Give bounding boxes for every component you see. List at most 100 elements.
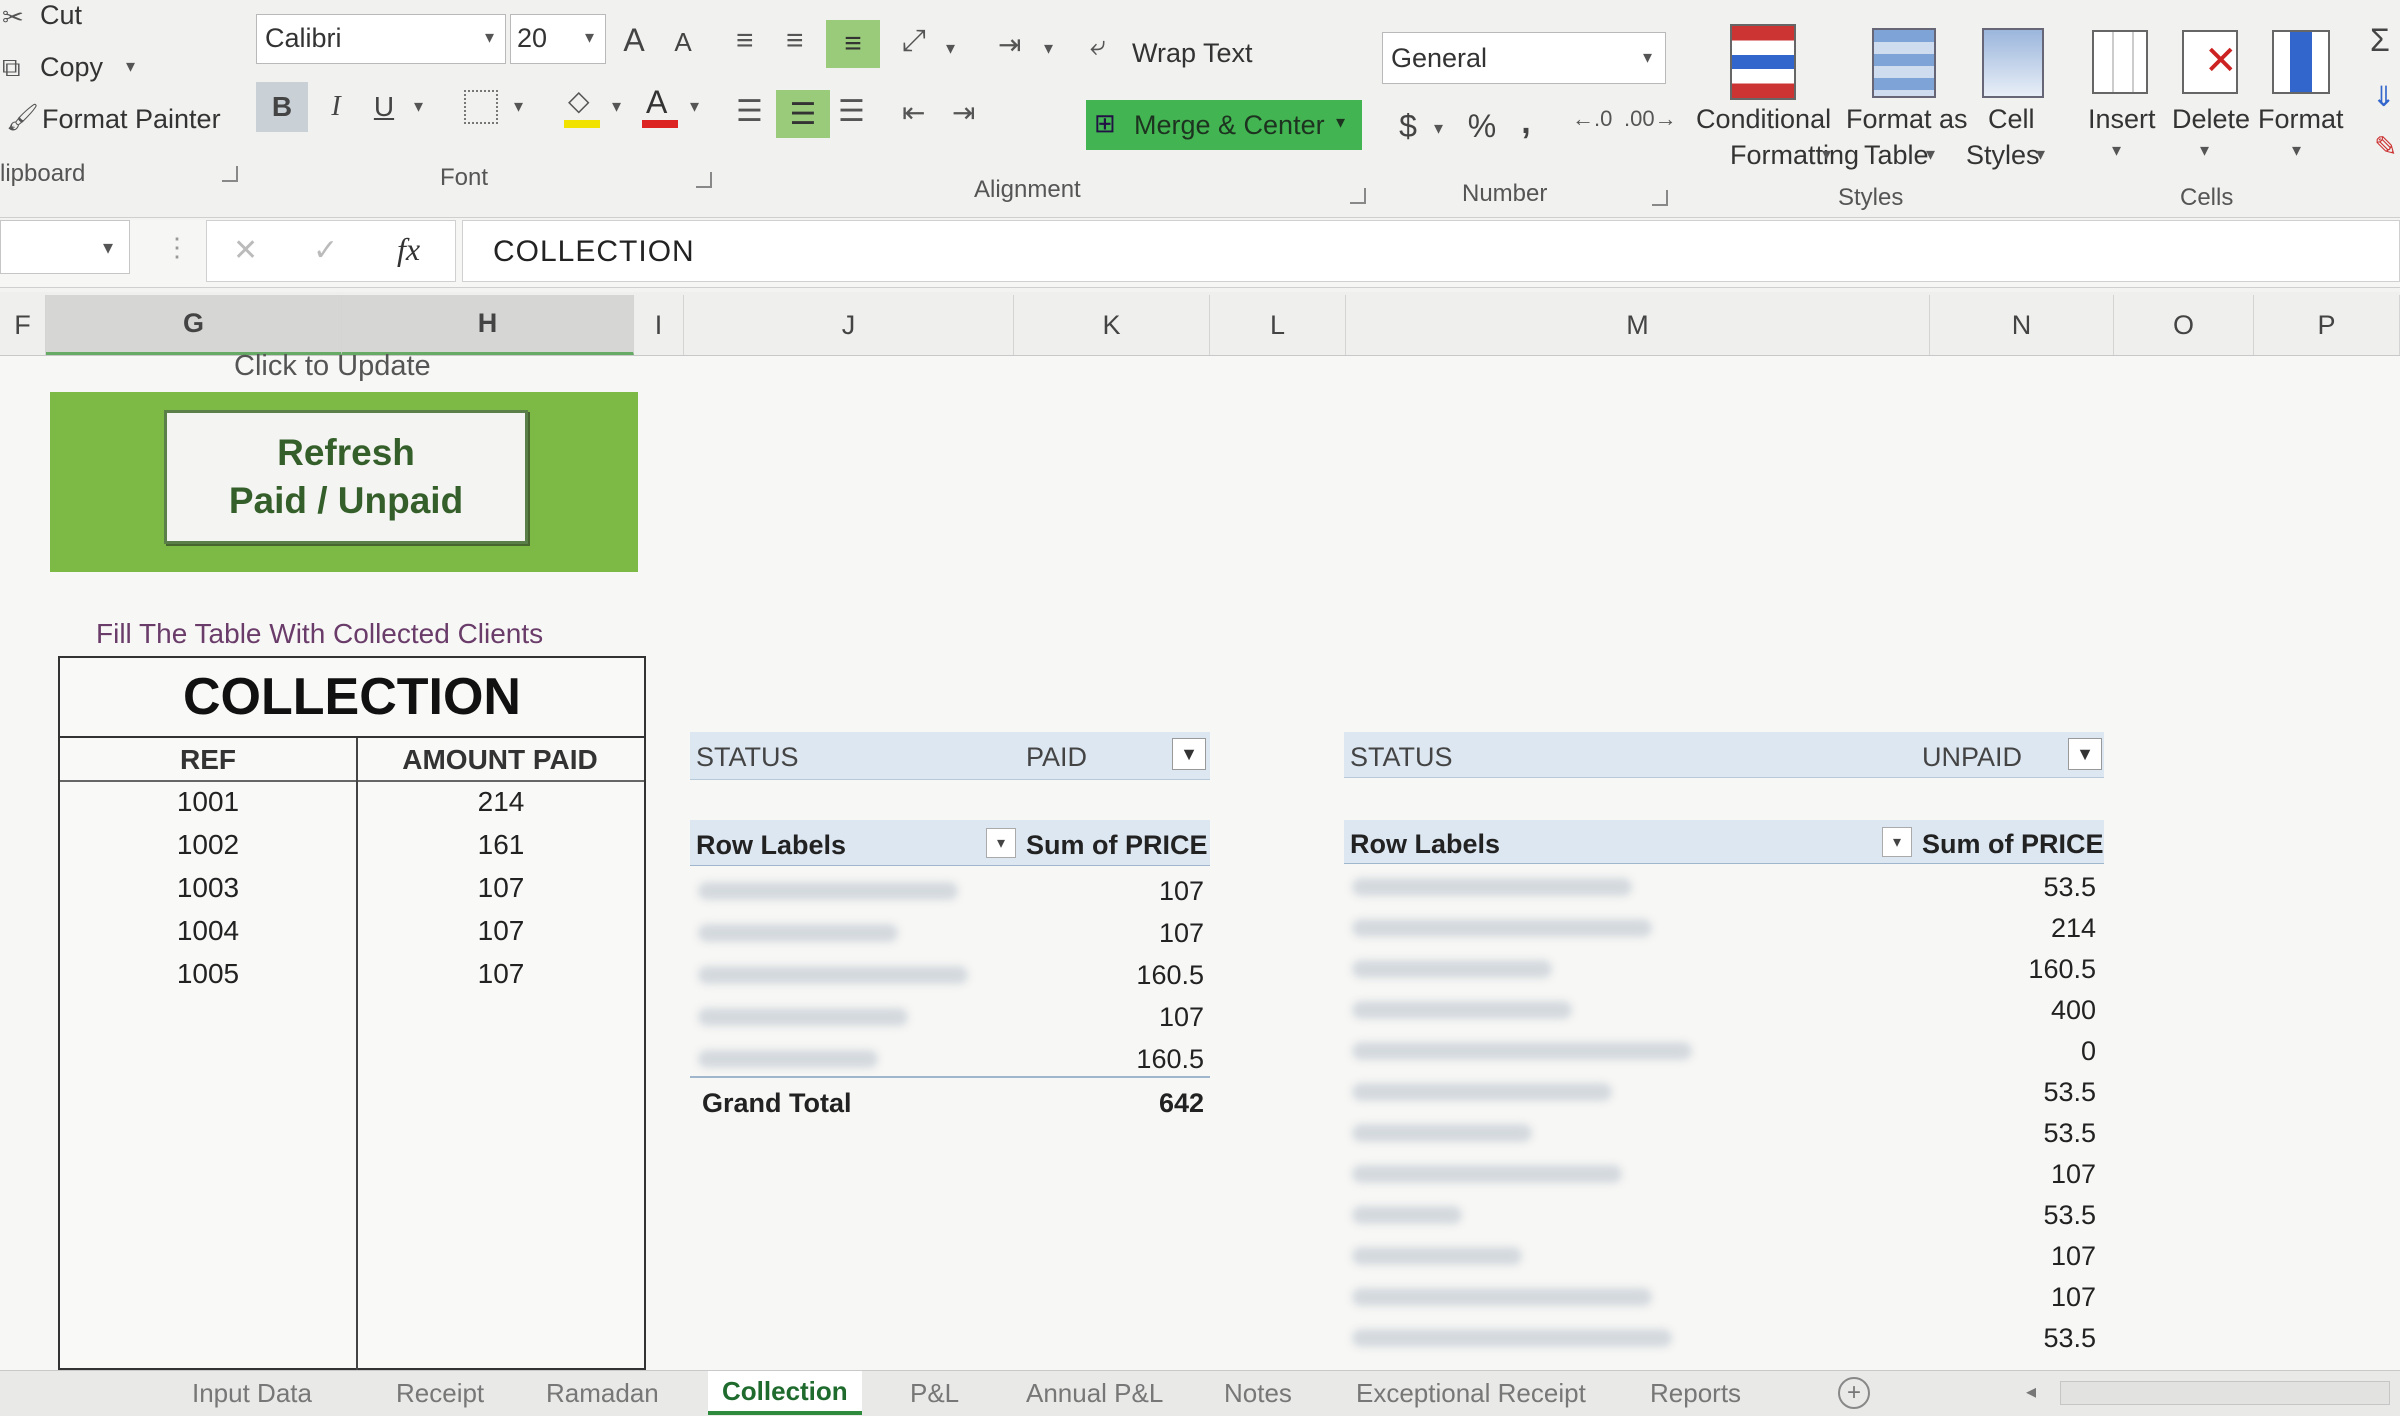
collection-amount-cell[interactable]: 161 (358, 829, 644, 869)
alignment-launcher-icon[interactable] (1350, 188, 1366, 204)
paid-pivot-row[interactable]: 160.5 (690, 1038, 1210, 1080)
format-as-table-dropdown-icon[interactable]: ▾ (1926, 144, 1935, 165)
column-header-i[interactable]: I (634, 295, 684, 355)
decrease-decimal-icon[interactable]: .00→ (1624, 106, 1677, 132)
sheet-tab[interactable]: Annual P&L (1012, 1371, 1177, 1415)
align-right-icon[interactable]: ☰ (838, 94, 865, 129)
format-painter-button[interactable]: Format Painter (42, 104, 221, 135)
name-box-splitter-icon[interactable]: ⋮ (164, 232, 190, 263)
wrap-text-icon[interactable]: ⤶ (1090, 30, 1106, 63)
collection-amount-cell[interactable]: 214 (358, 786, 644, 826)
column-header-p[interactable]: P (2254, 295, 2400, 355)
delete-icon[interactable]: ✕ (2182, 30, 2238, 94)
format-as-table-label-2[interactable]: Table (1864, 140, 1929, 171)
increase-indent-icon[interactable]: ⇥ (952, 96, 975, 129)
unpaid-pivot-row[interactable]: 214 (1344, 907, 2104, 948)
collection-amount-cell[interactable]: 107 (358, 958, 644, 998)
paid-pivot-row[interactable]: 107 (690, 912, 1210, 954)
insert-icon[interactable] (2092, 30, 2148, 94)
increase-decimal-icon[interactable]: ←.0 (1572, 106, 1612, 132)
unpaid-pivot-row[interactable]: 53.5 (1344, 866, 2104, 907)
cell-styles-icon[interactable] (1982, 28, 2044, 98)
autosum-icon[interactable]: Σ (2370, 22, 2390, 59)
currency-button[interactable]: $ (1390, 104, 1426, 148)
unpaid-pivot-row[interactable]: 160.5 (1344, 948, 2104, 989)
collection-ref-cell[interactable]: 1004 (60, 915, 356, 955)
collection-amount-cell[interactable]: 107 (358, 872, 644, 912)
copy-dropdown-icon[interactable]: ▾ (126, 56, 135, 77)
unpaid-row-labels-dropdown[interactable]: ▾ (1882, 827, 1912, 857)
unpaid-pivot-row[interactable]: 107 (1344, 1235, 2104, 1276)
cancel-icon[interactable]: ✕ (233, 233, 258, 268)
delete-dropdown-icon[interactable]: ▾ (2200, 140, 2209, 161)
conditional-formatting-label-2[interactable]: Formatting (1730, 140, 1859, 171)
merge-center-button[interactable]: ⊞ Merge & Center ▾ (1086, 100, 1362, 150)
borders-dropdown-icon[interactable]: ▾ (514, 96, 523, 117)
number-format-select[interactable]: General ▾ (1382, 32, 1666, 84)
format-painter-icon[interactable]: 🖌 (6, 102, 39, 133)
format-as-table-label-1[interactable]: Format as (1846, 104, 1968, 135)
unpaid-filter-button[interactable]: ▼ (2068, 738, 2102, 770)
clear-icon[interactable]: ✎ (2374, 130, 2397, 163)
column-header-l[interactable]: L (1210, 295, 1346, 355)
format-cells-icon[interactable] (2272, 30, 2330, 94)
number-launcher-icon[interactable] (1652, 190, 1668, 206)
cell-styles-label-1[interactable]: Cell (1988, 104, 2035, 135)
unpaid-pivot-row[interactable]: 0 (1344, 1030, 2104, 1071)
format-dropdown-icon[interactable]: ▾ (2292, 140, 2301, 161)
paid-pivot-row[interactable]: 107 (690, 870, 1210, 912)
column-header-f[interactable]: F (0, 295, 46, 355)
orientation-dropdown-icon[interactable]: ▾ (946, 38, 955, 59)
paid-pivot-row[interactable]: 160.5 (690, 954, 1210, 996)
fill-down-icon[interactable]: ⇓ (2372, 80, 2395, 113)
cut-icon[interactable]: ✂ (2, 2, 24, 33)
decrease-indent-icon[interactable]: ⇤ (902, 96, 925, 129)
sheet-tab[interactable]: P&L (896, 1371, 973, 1415)
enter-icon[interactable]: ✓ (313, 233, 338, 268)
align-bottom-icon[interactable]: ≡ (826, 20, 880, 68)
font-name-select[interactable]: Calibri ▾ (256, 14, 506, 64)
unpaid-pivot-row[interactable]: 107 (1344, 1276, 2104, 1317)
wrap-text-button[interactable]: Wrap Text (1132, 38, 1253, 69)
column-header-g[interactable]: G (46, 295, 342, 355)
name-box[interactable]: ▾ (0, 220, 130, 274)
horizontal-scrollbar[interactable] (2060, 1381, 2390, 1405)
format-button[interactable]: Format (2258, 104, 2344, 135)
grow-font-button[interactable]: A (616, 20, 652, 60)
fill-color-icon[interactable]: ◇ (564, 84, 604, 130)
unpaid-pivot-row[interactable]: 53.5 (1344, 1071, 2104, 1112)
sheet-tab[interactable]: Ramadan (532, 1371, 673, 1415)
format-as-table-icon[interactable] (1872, 28, 1936, 98)
italic-button[interactable]: I (316, 82, 356, 132)
fill-dropdown-icon[interactable]: ▾ (612, 96, 621, 117)
unpaid-pivot-row[interactable]: 53.5 (1344, 1194, 2104, 1235)
insert-function-icon[interactable]: fx (397, 231, 420, 268)
paid-row-labels-dropdown[interactable]: ▾ (986, 828, 1016, 858)
column-header-o[interactable]: O (2114, 295, 2254, 355)
paid-filter-button[interactable]: ▼ (1172, 738, 1206, 770)
insert-dropdown-icon[interactable]: ▾ (2112, 140, 2121, 161)
column-header-j[interactable]: J (684, 295, 1014, 355)
formula-input[interactable]: COLLECTION (462, 220, 2400, 282)
underline-dropdown-icon[interactable]: ▾ (414, 96, 423, 117)
font-launcher-icon[interactable] (696, 172, 712, 188)
sheet-tab[interactable]: Exceptional Receipt (1342, 1371, 1600, 1415)
sheet-tab[interactable]: Collection (708, 1371, 862, 1415)
column-header-h[interactable]: H (342, 295, 634, 355)
cut-button[interactable]: Cut (40, 0, 82, 31)
collection-amount-cell[interactable]: 107 (358, 915, 644, 955)
unpaid-pivot-row[interactable]: 53.5 (1344, 1112, 2104, 1153)
paid-pivot-row[interactable]: 107 (690, 996, 1210, 1038)
conditional-formatting-label-1[interactable]: Conditional (1696, 104, 1831, 135)
unpaid-pivot-row[interactable]: 53.5 (1344, 1317, 2104, 1358)
comma-button[interactable]: , (1514, 100, 1538, 144)
unpaid-pivot-row[interactable]: 400 (1344, 989, 2104, 1030)
text-direction-dropdown-icon[interactable]: ▾ (1044, 38, 1053, 59)
collection-ref-cell[interactable]: 1001 (60, 786, 356, 826)
cell-styles-dropdown-icon[interactable]: ▾ (2036, 144, 2045, 165)
copy-button[interactable]: Copy (40, 52, 103, 83)
collection-ref-cell[interactable]: 1005 (60, 958, 356, 998)
copy-icon[interactable]: ⧉ (2, 52, 21, 84)
sheet-tab[interactable]: Reports (1636, 1371, 1755, 1415)
text-direction-icon[interactable]: ⇥ (998, 28, 1021, 61)
